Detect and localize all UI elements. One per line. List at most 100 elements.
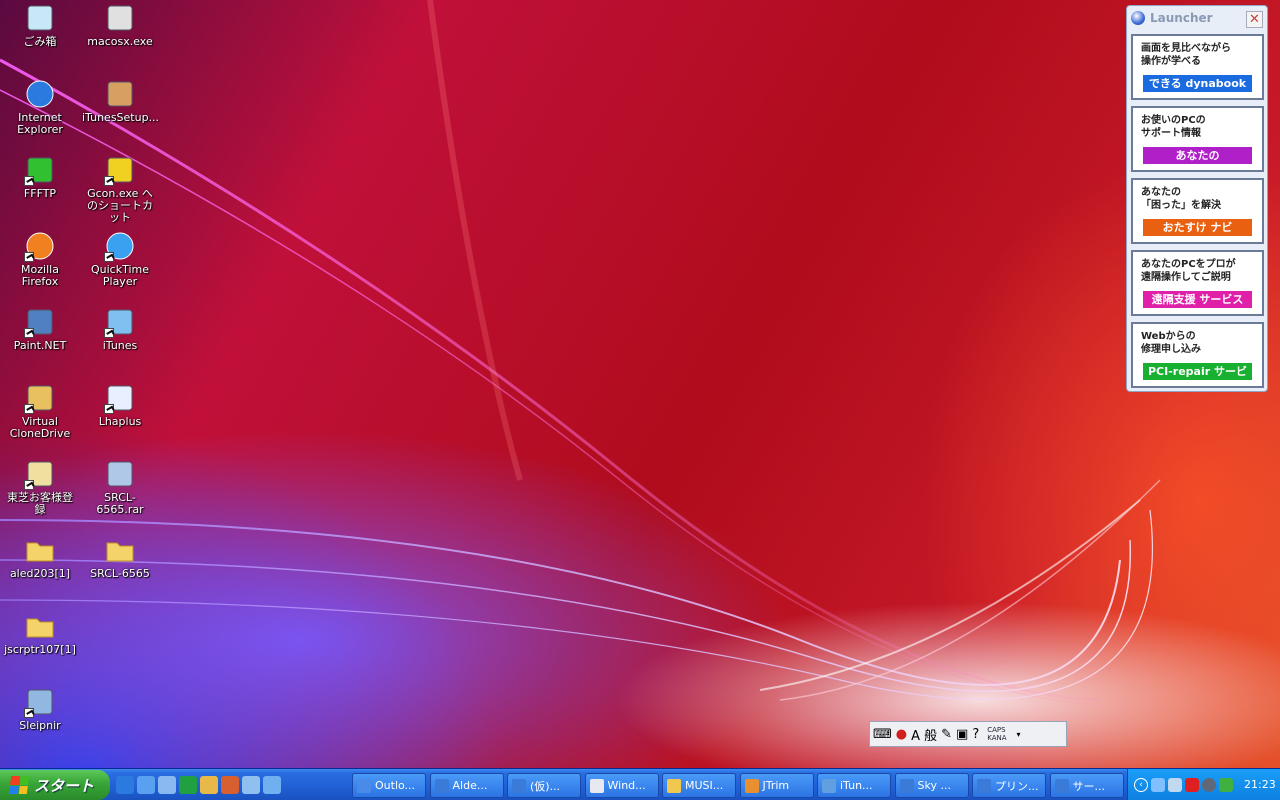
explorer-icon[interactable]: [200, 776, 218, 794]
installer-icon: [104, 78, 136, 110]
dictionary-icon[interactable]: ✎: [941, 727, 952, 742]
shortcut-arrow-icon: [104, 252, 114, 262]
taskbar-button[interactable]: Alde...: [429, 773, 504, 798]
internet-explorer-icon[interactable]: [116, 776, 134, 794]
launcher-button-text: Webからの 修理申し込み: [1141, 330, 1201, 356]
shortcut-arrow-icon: [24, 480, 34, 490]
tools-icon[interactable]: ▣: [956, 727, 968, 742]
desktop-icon[interactable]: ごみ箱: [0, 2, 80, 48]
launcher-button-line2: 遠隔操作してご説明: [1141, 272, 1231, 283]
keyboard-icon[interactable]: ⌨: [873, 727, 892, 742]
desktop-icon[interactable]: Sleipnir: [0, 686, 80, 732]
start-button[interactable]: スタート: [0, 770, 110, 800]
desktop-icon[interactable]: SRCL-6565.rar: [80, 458, 160, 516]
itunes-tray-icon[interactable]: [1151, 777, 1165, 792]
desktop-icon-label: QuickTime Player: [90, 263, 150, 288]
shortcut-arrow-icon: [104, 176, 114, 186]
language-bar: ⌨ ● A 般 ✎ ▣ ? CAPS KANA ▾: [869, 721, 1067, 747]
shortcut-arrow-icon: [104, 328, 114, 338]
quick-launch: [116, 773, 281, 797]
desktop-icon[interactable]: aled203[1]: [0, 534, 80, 580]
launcher-button[interactable]: あなたのPCをプロが 遠隔操作してご説明 遠隔支援 サービス: [1131, 250, 1264, 316]
internet-explorer-icon: [24, 78, 56, 110]
taskbar-button[interactable]: (仮)...: [507, 773, 581, 798]
taskbar: スタート Outlo... Alde... (仮)... Wind... MUSI...…: [0, 768, 1280, 800]
registration-icon: [24, 458, 56, 490]
network-tray-icon[interactable]: [1168, 777, 1182, 792]
input-mode-indicator[interactable]: A 般: [911, 725, 937, 744]
launcher-button-line2: 操作が学べる: [1141, 56, 1201, 67]
desktop-icon[interactable]: jscrptr107[1]: [0, 610, 80, 656]
archive-icon: [104, 458, 136, 490]
taskbar-button[interactable]: Sky ...: [894, 773, 969, 798]
folder-icon: [24, 534, 56, 566]
window-icon: [899, 778, 914, 793]
mail-icon[interactable]: [158, 776, 176, 794]
launcher-button[interactable]: お使いのPCのサポート情報あなたの dynabook.com: [1131, 106, 1264, 172]
sound-tray-icon[interactable]: [1202, 777, 1216, 792]
taskbar-button[interactable]: Outlo...: [352, 773, 426, 798]
taskbar-button-label: サー...: [1072, 779, 1106, 793]
desktop-icon[interactable]: Internet Explorer: [0, 78, 80, 136]
taskbar-button-label: JTrim: [762, 779, 790, 792]
desktop-icon-label: macosx.exe: [87, 35, 153, 48]
folder-icon: [24, 610, 56, 642]
itunes-icon[interactable]: [263, 776, 281, 794]
desktop-icon[interactable]: macosx.exe: [80, 2, 160, 48]
taskbar-button[interactable]: プリン...: [972, 773, 1046, 798]
window-icon[interactable]: [242, 776, 260, 794]
window-icon: [357, 778, 371, 793]
close-icon[interactable]: ✕: [1246, 11, 1263, 28]
desktop-icon[interactable]: iTunes: [80, 306, 160, 352]
clock[interactable]: 21:23: [1244, 778, 1276, 791]
desktop-icon[interactable]: QuickTime Player: [80, 230, 160, 288]
taskbar-button[interactable]: MUSI...: [662, 773, 736, 798]
itunes-icon: [104, 306, 136, 338]
launcher-title: Launcher: [1150, 11, 1213, 25]
start-label: スタート: [34, 776, 95, 795]
caps-kana-indicator: CAPS KANA: [987, 726, 1006, 742]
launcher-logo-icon: [1131, 11, 1145, 25]
launcher-button-text: お使いのPCの サポート情報: [1141, 114, 1206, 140]
launcher-button-line1: あなたのPCをプロが: [1141, 259, 1236, 270]
safely-remove-tray-icon[interactable]: [1219, 777, 1233, 792]
outlook-express-icon[interactable]: [137, 776, 155, 794]
taskbar-button[interactable]: iTun...: [817, 773, 891, 798]
chevron-left-icon[interactable]: ‹: [1134, 777, 1148, 792]
ime-ball-icon[interactable]: ●: [896, 727, 907, 742]
tool-icon[interactable]: [221, 776, 239, 794]
antivirus-tray-icon[interactable]: [1185, 777, 1199, 792]
desktop-icon[interactable]: FFFTP: [0, 154, 80, 200]
taskbar-button-label: プリン...: [995, 779, 1039, 793]
launcher-button-text: 画面を見比べながら 操作が学べる: [1141, 42, 1231, 68]
recycle-bin-icon: [24, 2, 56, 34]
desktop-icon[interactable]: 東芝お客様登録: [0, 458, 80, 516]
taskbar-button[interactable]: Wind...: [584, 773, 659, 798]
desktop-icon[interactable]: Paint.NET: [0, 306, 80, 352]
exe-icon: [104, 2, 136, 34]
desktop-icon[interactable]: SRCL-6565: [80, 534, 160, 580]
desktop-icon-label: Gcon.exe へのショートカット: [87, 187, 153, 224]
taskbar-button-label: MUSI...: [685, 779, 724, 792]
launcher-button-band: おたすけ ナビ: [1143, 219, 1252, 236]
launcher-button-line1: Webからの: [1141, 331, 1196, 342]
launcher-button-line1: あなたの: [1141, 187, 1181, 198]
launcher-button[interactable]: あなたの 「困った」を解決 おたすけ ナビ: [1131, 178, 1264, 244]
taskbar-button[interactable]: JTrim: [739, 773, 814, 798]
window-icon: [512, 778, 526, 793]
launcher-button[interactable]: 画面を見比べながら 操作が学べる できる dynabook: [1131, 34, 1264, 100]
langbar-options-icon[interactable]: ▾: [1017, 730, 1021, 739]
desktop-icon[interactable]: iTunesSetup...: [80, 78, 160, 124]
taskbar-button[interactable]: サー...: [1049, 773, 1124, 798]
network-icon[interactable]: [179, 776, 197, 794]
desktop-icon[interactable]: Lhaplus: [80, 382, 160, 428]
desktop-icon[interactable]: Mozilla Firefox: [0, 230, 80, 288]
taskbar-button-label: Alde...: [452, 779, 488, 792]
window-icon: [977, 778, 991, 793]
caps-label: CAPS: [987, 726, 1006, 734]
help-icon[interactable]: ?: [972, 727, 979, 742]
desktop-icon-label: aled203[1]: [9, 567, 71, 580]
desktop-icon[interactable]: Virtual CloneDrive: [0, 382, 80, 440]
desktop-icon[interactable]: Gcon.exe へのショートカット: [80, 154, 160, 224]
launcher-button[interactable]: Webからの修理申し込み PCI-repair サービス: [1131, 322, 1264, 388]
